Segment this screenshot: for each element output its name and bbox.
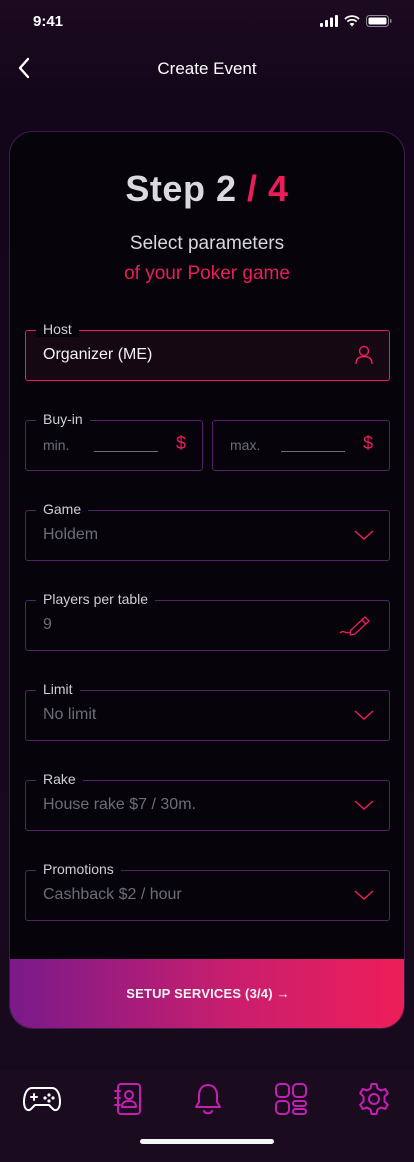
- battery-icon: [366, 15, 392, 27]
- dollar-icon: $: [175, 433, 186, 453]
- chevron-down-icon[interactable]: [353, 794, 375, 816]
- user-icon[interactable]: [353, 344, 375, 366]
- rake-select[interactable]: Rake House rake $7 / 30m.: [25, 771, 390, 831]
- subtitle-line-2: of your Poker game: [124, 263, 290, 284]
- nav-bar: Create Event: [0, 44, 414, 92]
- tab-bar: [0, 1070, 414, 1162]
- game-select[interactable]: Game Holdem: [25, 501, 390, 561]
- grid-icon: [275, 1083, 307, 1115]
- contact-book-icon: [114, 1083, 141, 1115]
- players-value: 9: [43, 616, 52, 633]
- chevron-down-icon[interactable]: [353, 884, 375, 906]
- subtitle-line-1: Select parameters: [129, 233, 285, 254]
- wifi-icon: [344, 15, 360, 27]
- host-field[interactable]: Host Organizer (ME): [25, 321, 390, 381]
- limit-select[interactable]: Limit No limit: [25, 681, 390, 741]
- promotions-select[interactable]: Promotions Cashback $2 / hour: [25, 861, 390, 921]
- signal-icon: [320, 15, 338, 27]
- chevron-down-icon[interactable]: [353, 524, 375, 546]
- buyin-max-placeholder: max.: [230, 437, 261, 453]
- step-label: Step: [125, 168, 206, 209]
- status-icons: [320, 15, 392, 27]
- step-separator: /: [247, 168, 258, 209]
- pencil-icon[interactable]: [339, 614, 373, 636]
- status-time: 9:41: [33, 13, 64, 30]
- promotions-value: Cashback $2 / hour: [43, 886, 182, 903]
- form-card: Step 2 / 4 Select parameters of your Pok…: [9, 131, 405, 1029]
- host-label: Host: [36, 321, 79, 337]
- tab-notifications[interactable]: [188, 1081, 228, 1117]
- limit-label: Limit: [36, 681, 80, 697]
- step-total: 4: [268, 168, 289, 209]
- buyin-min-underline: [94, 451, 158, 452]
- gear-icon: [359, 1083, 389, 1115]
- gamepad-icon: [23, 1087, 61, 1112]
- dollar-icon: $: [362, 433, 373, 453]
- setup-services-button[interactable]: SETUP SERVICES (3/4) →: [10, 959, 404, 1028]
- host-value: Organizer (ME): [43, 346, 153, 363]
- limit-value: No limit: [43, 706, 97, 723]
- step-current: 2: [215, 168, 237, 209]
- status-bar: 9:41: [0, 0, 414, 44]
- promotions-label: Promotions: [36, 861, 121, 877]
- tab-settings[interactable]: [354, 1081, 394, 1117]
- tab-dashboard[interactable]: [271, 1081, 311, 1117]
- game-label: Game: [36, 501, 89, 517]
- page-title: Create Event: [157, 59, 257, 78]
- step-indicator: Step 2 / 4: [10, 168, 404, 210]
- players-label: Players per table: [36, 591, 156, 607]
- bell-icon: [195, 1084, 221, 1115]
- chevron-down-icon[interactable]: [353, 704, 375, 726]
- home-indicator: [140, 1139, 274, 1144]
- buyin-max-field[interactable]: max. $: [212, 420, 390, 471]
- rake-value: House rake $7 / 30m.: [43, 796, 196, 813]
- buyin-min-field[interactable]: Buy-in min. $: [25, 411, 203, 471]
- tab-games[interactable]: [22, 1081, 62, 1117]
- buyin-min-placeholder: min.: [43, 437, 70, 453]
- rake-label: Rake: [36, 771, 83, 787]
- buyin-max-underline: [281, 451, 345, 452]
- buyin-label: Buy-in: [36, 411, 90, 427]
- players-per-table-field[interactable]: Players per table 9: [25, 591, 390, 651]
- game-value: Holdem: [43, 526, 99, 543]
- tab-contacts[interactable]: [108, 1081, 148, 1117]
